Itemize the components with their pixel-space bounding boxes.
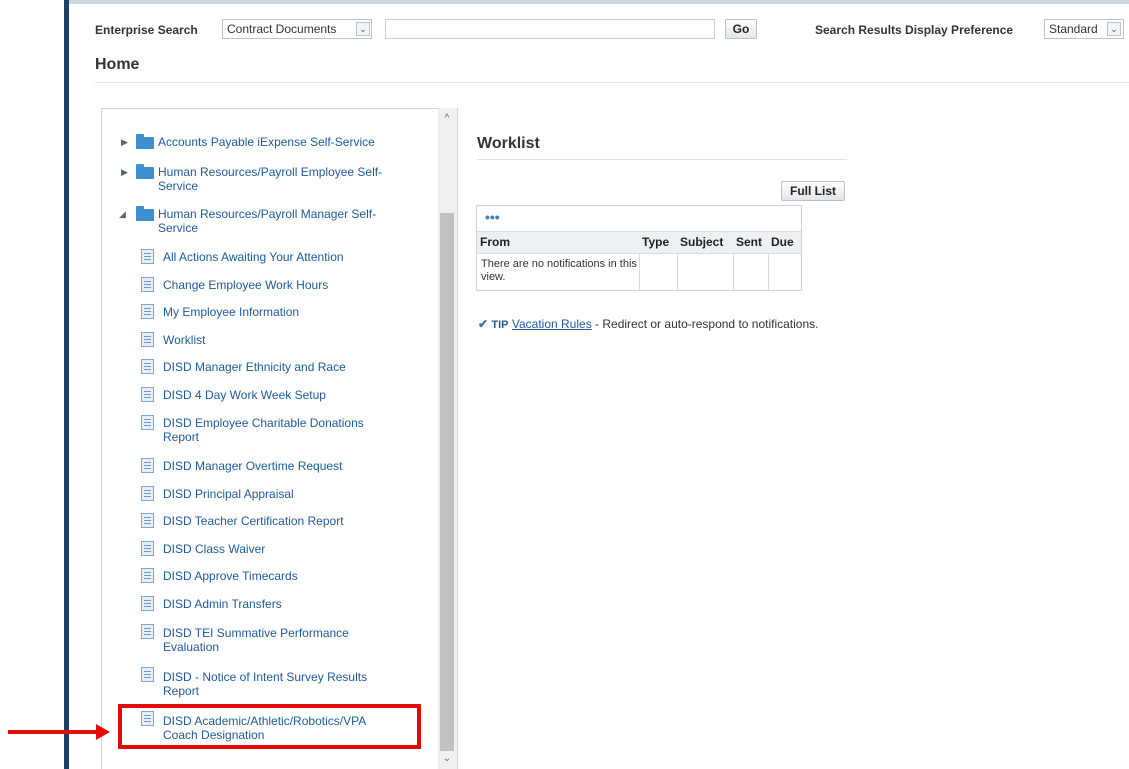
document-icon	[141, 304, 154, 319]
full-list-button[interactable]: Full List	[781, 181, 845, 201]
display-preference-label: Search Results Display Preference	[815, 23, 1014, 37]
document-icon	[141, 359, 154, 374]
worklist-divider	[477, 159, 847, 160]
display-preference-value: Standard	[1049, 22, 1098, 36]
nav-item-worklist[interactable]: Worklist	[163, 333, 403, 347]
nav-item-4-day-work-week[interactable]: DISD 4 Day Work Week Setup	[163, 388, 403, 402]
document-icon	[141, 415, 154, 430]
document-icon	[141, 458, 154, 473]
page-title: Home	[95, 56, 140, 73]
folder-hr-manager-self-service[interactable]: Human Resources/Payroll Manager Self-Ser…	[158, 207, 408, 235]
document-icon	[141, 332, 154, 347]
tip-text: - Redirect or auto-respond to notificati…	[591, 317, 819, 331]
column-header-type[interactable]: Type	[642, 235, 669, 249]
nav-item-change-work-hours[interactable]: Change Employee Work Hours	[163, 278, 403, 292]
document-icon	[141, 624, 154, 639]
highlight-box	[118, 704, 421, 749]
folder-icon	[136, 134, 154, 149]
tip-label: TIP	[491, 319, 509, 331]
column-header-from[interactable]: From	[480, 235, 510, 249]
nav-item-notice-of-intent-survey[interactable]: DISD - Notice of Intent Survey Results R…	[163, 670, 393, 698]
document-icon	[141, 513, 154, 528]
callout-arrowhead-icon	[96, 724, 110, 740]
chevron-down-icon: ⌄	[1107, 22, 1121, 36]
enterprise-search-label: Enterprise Search	[95, 23, 198, 37]
vacation-rules-link[interactable]: Vacation Rules	[512, 317, 592, 331]
window-top-border	[68, 0, 1129, 4]
column-divider	[677, 254, 678, 290]
column-divider	[733, 254, 734, 290]
tip-row: ✔ TIP Vacation Rules - Redirect or auto-…	[478, 317, 818, 331]
document-icon	[141, 486, 154, 501]
nav-item-teacher-certification[interactable]: DISD Teacher Certification Report	[163, 514, 403, 528]
column-header-sent[interactable]: Sent	[736, 235, 762, 249]
expand-triangle-icon[interactable]: ▶	[121, 137, 128, 148]
document-icon	[141, 277, 154, 292]
worklist-title: Worklist	[477, 135, 540, 152]
document-icon	[141, 596, 154, 611]
nav-item-tei-summative-evaluation[interactable]: DISD TEI Summative Performance Evaluatio…	[163, 626, 393, 654]
more-actions-icon[interactable]: •••	[485, 209, 500, 225]
nav-item-class-waiver[interactable]: DISD Class Waiver	[163, 542, 403, 556]
document-icon	[141, 568, 154, 583]
callout-arrow-icon	[8, 730, 100, 734]
chevron-down-icon: ⌄	[356, 22, 370, 36]
display-preference-select[interactable]: Standard ⌄	[1044, 19, 1124, 39]
search-category-select[interactable]: Contract Documents ⌄	[222, 19, 372, 39]
document-icon	[141, 667, 154, 682]
scroll-up-icon[interactable]: ^	[440, 113, 454, 124]
window-left-frame	[64, 0, 69, 769]
scroll-down-icon[interactable]: ⌄	[440, 753, 454, 764]
document-icon	[141, 541, 154, 556]
expand-triangle-icon[interactable]: ▶	[121, 167, 128, 178]
document-icon	[141, 249, 154, 264]
nav-item-overtime-request[interactable]: DISD Manager Overtime Request	[163, 459, 403, 473]
folder-accounts-payable[interactable]: Accounts Payable iExpense Self-Service	[158, 135, 408, 149]
column-header-subject[interactable]: Subject	[680, 235, 723, 249]
nav-item-charitable-donations[interactable]: DISD Employee Charitable Donations Repor…	[163, 416, 403, 444]
enterprise-search-bar: Enterprise Search Contract Documents ⌄ G…	[95, 19, 1129, 41]
scrollbar-thumb[interactable]	[440, 213, 454, 751]
go-button[interactable]: Go	[725, 19, 757, 39]
column-divider	[639, 254, 640, 290]
folder-icon	[136, 164, 154, 179]
search-input[interactable]	[385, 19, 715, 39]
nav-item-ethnicity-race[interactable]: DISD Manager Ethnicity and Race	[163, 360, 403, 374]
folder-hr-employee-self-service[interactable]: Human Resources/Payroll Employee Self-Se…	[158, 165, 408, 193]
nav-item-admin-transfers[interactable]: DISD Admin Transfers	[163, 597, 403, 611]
empty-notifications-message: There are no notifications in this view.	[481, 258, 637, 283]
title-divider	[95, 82, 1129, 83]
document-icon	[141, 387, 154, 402]
collapse-triangle-icon[interactable]: ◢	[119, 209, 126, 220]
nav-item-all-actions[interactable]: All Actions Awaiting Your Attention	[163, 250, 403, 264]
column-divider	[768, 254, 769, 290]
search-category-value: Contract Documents	[227, 22, 337, 36]
check-circle-icon: ✔	[478, 317, 489, 331]
nav-item-my-employee-info[interactable]: My Employee Information	[163, 305, 403, 319]
nav-item-approve-timecards[interactable]: DISD Approve Timecards	[163, 569, 403, 583]
folder-icon	[136, 206, 154, 221]
column-header-due[interactable]: Due	[771, 235, 794, 249]
nav-item-principal-appraisal[interactable]: DISD Principal Appraisal	[163, 487, 403, 501]
